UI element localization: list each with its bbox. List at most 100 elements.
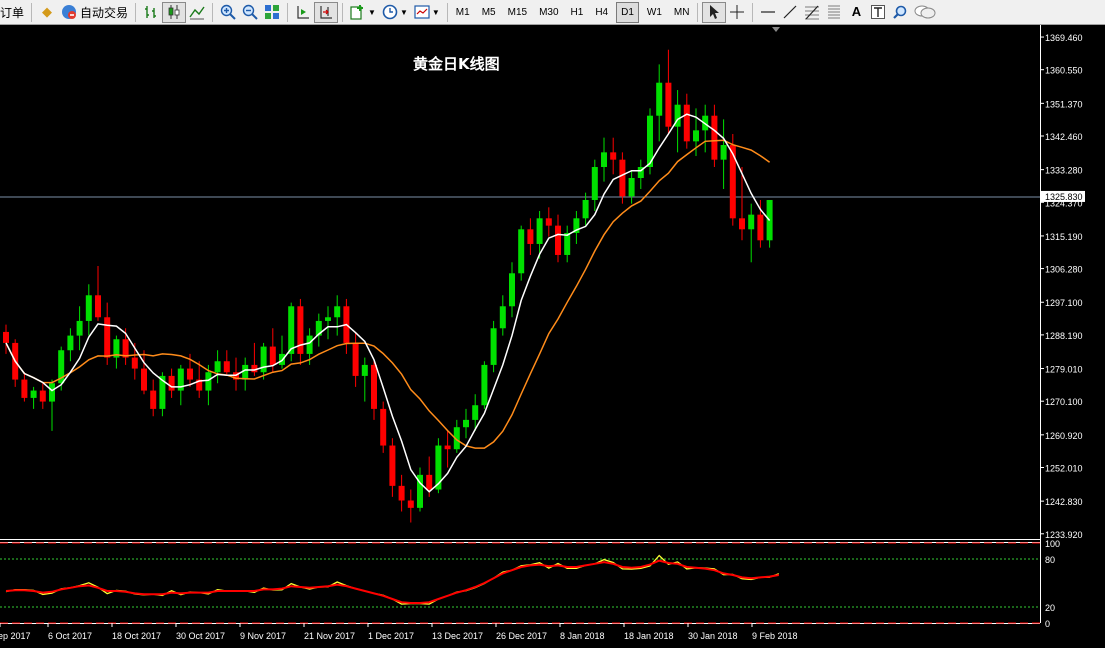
candle-body <box>205 372 212 391</box>
date-axis-label: 9 Nov 2017 <box>240 631 286 641</box>
price-axis-label: 1279.010 <box>1045 365 1083 375</box>
candle-body <box>223 361 230 373</box>
new-order-button[interactable]: 订单 <box>0 2 27 23</box>
candle-body <box>131 357 138 369</box>
oscillator-level-label: 20 <box>1045 603 1055 613</box>
candle-body <box>3 331 9 343</box>
candle-body <box>242 364 249 380</box>
oscillator-level-label: 80 <box>1045 555 1055 565</box>
timeframe-h1-button[interactable]: H1 <box>567 2 588 23</box>
trendline-button[interactable] <box>779 2 801 23</box>
date-axis-label: Sep 2017 <box>0 631 31 641</box>
candle-body <box>30 390 37 398</box>
chart-title: 黄金日K线图 <box>413 55 500 73</box>
chart-canvas[interactable]: 1369.460 1360.550 1351.370 1342.460 1333.280… <box>0 25 1105 648</box>
candle-body <box>463 419 469 428</box>
timeframe-m15-button[interactable]: M15 <box>504 2 531 23</box>
candle-body <box>288 306 295 354</box>
auto-scroll-button[interactable] <box>292 2 314 23</box>
candlestick-button[interactable] <box>162 1 187 23</box>
candle-body <box>720 145 727 160</box>
price-axis-label: 1342.460 <box>1045 132 1083 142</box>
oscillator-signal-line <box>5 554 780 605</box>
candle-body <box>582 199 589 219</box>
candle-body <box>168 375 175 391</box>
candle-body <box>122 339 129 358</box>
candle-body <box>49 383 55 402</box>
price-axis-label: 1369.460 <box>1045 33 1083 43</box>
tile-windows-icon <box>264 4 280 20</box>
candle-body <box>104 317 111 358</box>
periods-button[interactable]: ▼ <box>379 2 411 23</box>
chevron-down-icon: ▼ <box>368 7 376 17</box>
timeframe-bar: M1 M5 M15 M30 H1 H4 D1 W1 MN <box>452 1 694 23</box>
timeframe-mn-button[interactable]: MN <box>670 2 694 23</box>
date-axis-label: 1 Dec 2017 <box>368 631 414 641</box>
toolbar-separator <box>287 2 289 22</box>
candle-body <box>665 82 672 127</box>
price-axis-label: 1297.100 <box>1045 298 1083 308</box>
zoom-out-button[interactable] <box>239 2 261 23</box>
trendline-icon <box>782 4 798 20</box>
candle <box>518 225 525 281</box>
chart-window[interactable]: 1369.460 1360.550 1351.370 1342.460 1333.280… <box>0 25 1105 648</box>
candle-body <box>610 152 617 160</box>
line-chart-button[interactable] <box>186 2 208 23</box>
candle-body <box>407 500 414 508</box>
candle-body <box>555 225 561 255</box>
templates-button[interactable]: ▼ <box>411 2 443 23</box>
text-label-button[interactable] <box>867 2 889 23</box>
candle-body <box>619 159 626 197</box>
candle-body <box>352 342 359 376</box>
timeframe-w1-button[interactable]: W1 <box>643 2 666 23</box>
zoom-in-button[interactable] <box>217 2 239 23</box>
indicators-button[interactable]: ▼ <box>347 2 379 23</box>
zoom-in-icon <box>220 4 236 20</box>
chart-shift-button[interactable] <box>314 1 339 23</box>
expert-button[interactable]: ◆ <box>36 2 58 23</box>
date-axis-label: 18 Jan 2018 <box>624 631 674 641</box>
cursor-button[interactable] <box>702 1 727 23</box>
horizontal-line-button[interactable] <box>757 2 779 23</box>
candle-body <box>76 320 83 336</box>
date-axis-label: 18 Oct 2017 <box>112 631 161 641</box>
timeframe-m30-button[interactable]: M30 <box>535 2 562 23</box>
candle-body <box>150 390 157 409</box>
oscillator-main-line <box>5 559 779 604</box>
main-price-pane <box>0 25 1040 539</box>
candle-body <box>656 82 663 116</box>
timeframe-m5-button[interactable]: M5 <box>478 2 500 23</box>
chat-button[interactable] <box>911 2 939 23</box>
date-axis-label: 13 Dec 2017 <box>432 631 483 641</box>
candlestick-icon <box>166 4 182 20</box>
candle-body <box>536 218 543 244</box>
timeframe-m1-button[interactable]: M1 <box>452 2 474 23</box>
toolbar-separator <box>342 2 344 22</box>
crosshair-button[interactable] <box>726 2 748 23</box>
chart-shift-icon <box>318 4 334 20</box>
fibonacci-fan-button[interactable] <box>823 2 845 23</box>
candle-body <box>481 364 488 406</box>
candle-body <box>757 214 764 241</box>
tile-windows-button[interactable] <box>261 2 283 23</box>
timeframe-h4-button[interactable]: H4 <box>591 2 612 23</box>
candle-body <box>67 335 74 351</box>
candle-body <box>306 335 313 354</box>
toolbar-separator <box>135 2 137 22</box>
toolbar-separator <box>446 2 448 22</box>
search-button[interactable] <box>889 2 911 23</box>
clock-icon <box>382 4 398 20</box>
horizontal-line-icon <box>760 4 776 20</box>
candle-body <box>398 485 405 501</box>
crosshair-icon <box>729 4 745 20</box>
template-icon <box>414 4 430 20</box>
timeframe-d1-button[interactable]: D1 <box>616 1 639 23</box>
price-axis-label: 1306.280 <box>1045 265 1083 275</box>
bar-chart-button[interactable] <box>140 2 162 23</box>
date-axis-label: 30 Oct 2017 <box>176 631 225 641</box>
autotrade-button[interactable]: 自动交易 <box>58 2 131 23</box>
candle-body <box>518 229 525 274</box>
text-tool-button[interactable]: A <box>845 2 867 23</box>
candle-body <box>444 445 451 450</box>
fibonacci-button[interactable] <box>801 2 823 23</box>
